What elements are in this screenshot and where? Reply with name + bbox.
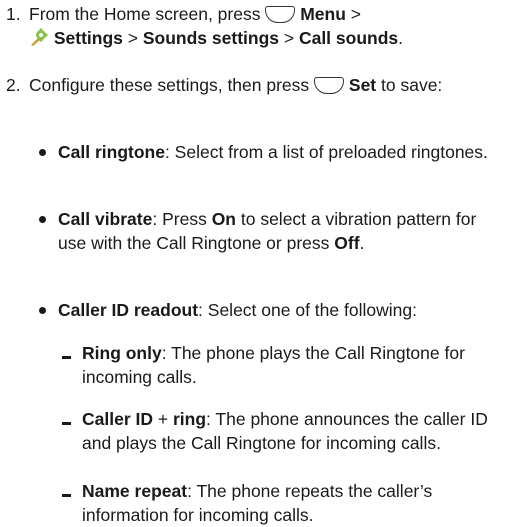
sub-item-title: Caller ID	[82, 409, 153, 429]
sub-item-title: Name repeat	[82, 481, 188, 501]
step-text-part: From the Home screen, press	[29, 4, 266, 24]
period: .	[359, 233, 365, 253]
on-label: On	[211, 209, 236, 229]
settings-gear-icon	[29, 27, 49, 53]
bullet-title: Caller ID readout	[58, 300, 199, 320]
period: .	[398, 28, 404, 48]
bullet-title: Call vibrate	[58, 209, 153, 229]
bullet-text: Caller ID readout: Select one of the fol…	[58, 298, 503, 322]
dash-marker	[62, 422, 71, 425]
step-text-part: Configure these settings, then press	[29, 75, 315, 95]
sub-item-title: Ring only	[82, 343, 162, 363]
menu-label: Menu	[300, 4, 346, 24]
sub-item-text: Ring only: The phone plays the Call Ring…	[82, 341, 504, 389]
bullet-dot	[39, 216, 46, 223]
dash-marker	[62, 356, 71, 359]
step-text-part: to save:	[376, 75, 443, 95]
bullet-desc: : Select one of the following:	[198, 300, 417, 320]
step-text: Configure these settings, then press Set…	[29, 73, 499, 97]
sounds-settings-label: Sounds settings	[142, 28, 279, 48]
set-label: Set	[348, 75, 377, 95]
soft-key-icon	[265, 6, 296, 23]
settings-label: Settings	[53, 28, 123, 48]
bullet-text: Call ringtone: Select from a list of pre…	[58, 140, 503, 164]
bullet-dot	[39, 307, 46, 314]
step-number: 1.	[6, 4, 21, 24]
separator: >	[279, 28, 299, 48]
bullet-text: Call vibrate: Press On to select a vibra…	[58, 207, 503, 255]
step-number: 2.	[6, 75, 21, 95]
soft-key-icon	[314, 77, 345, 94]
sub-item-title: ring	[172, 409, 207, 429]
bullet-desc: : Press	[152, 209, 212, 229]
sub-item-text: Name repeat: The phone repeats the calle…	[82, 479, 504, 527]
separator: >	[345, 4, 361, 24]
dash-marker	[62, 494, 71, 497]
sub-item-text: Caller ID + ring: The phone announces th…	[82, 407, 504, 455]
separator: >	[122, 28, 143, 48]
bullet-desc: : Select from a list of preloaded ringto…	[164, 142, 488, 162]
bullet-dot	[39, 149, 46, 156]
call-sounds-label: Call sounds	[298, 28, 399, 48]
off-label: Off	[334, 233, 360, 253]
step-text: From the Home screen, press Menu > Setti…	[29, 2, 499, 53]
bullet-title: Call ringtone	[58, 142, 165, 162]
plus-sign: +	[153, 409, 173, 429]
